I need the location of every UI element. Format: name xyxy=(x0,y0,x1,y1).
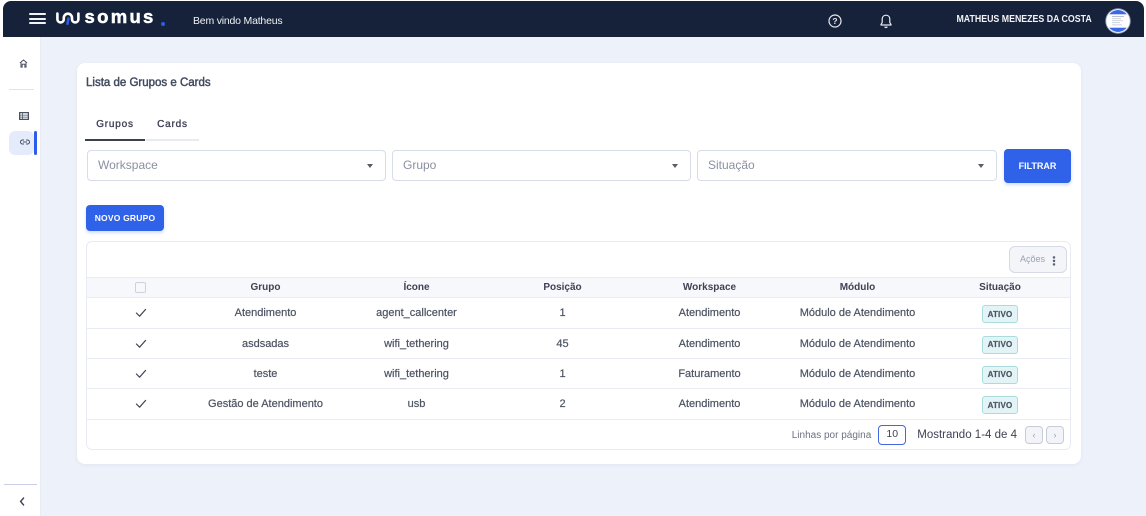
svg-text:?: ? xyxy=(832,16,837,26)
